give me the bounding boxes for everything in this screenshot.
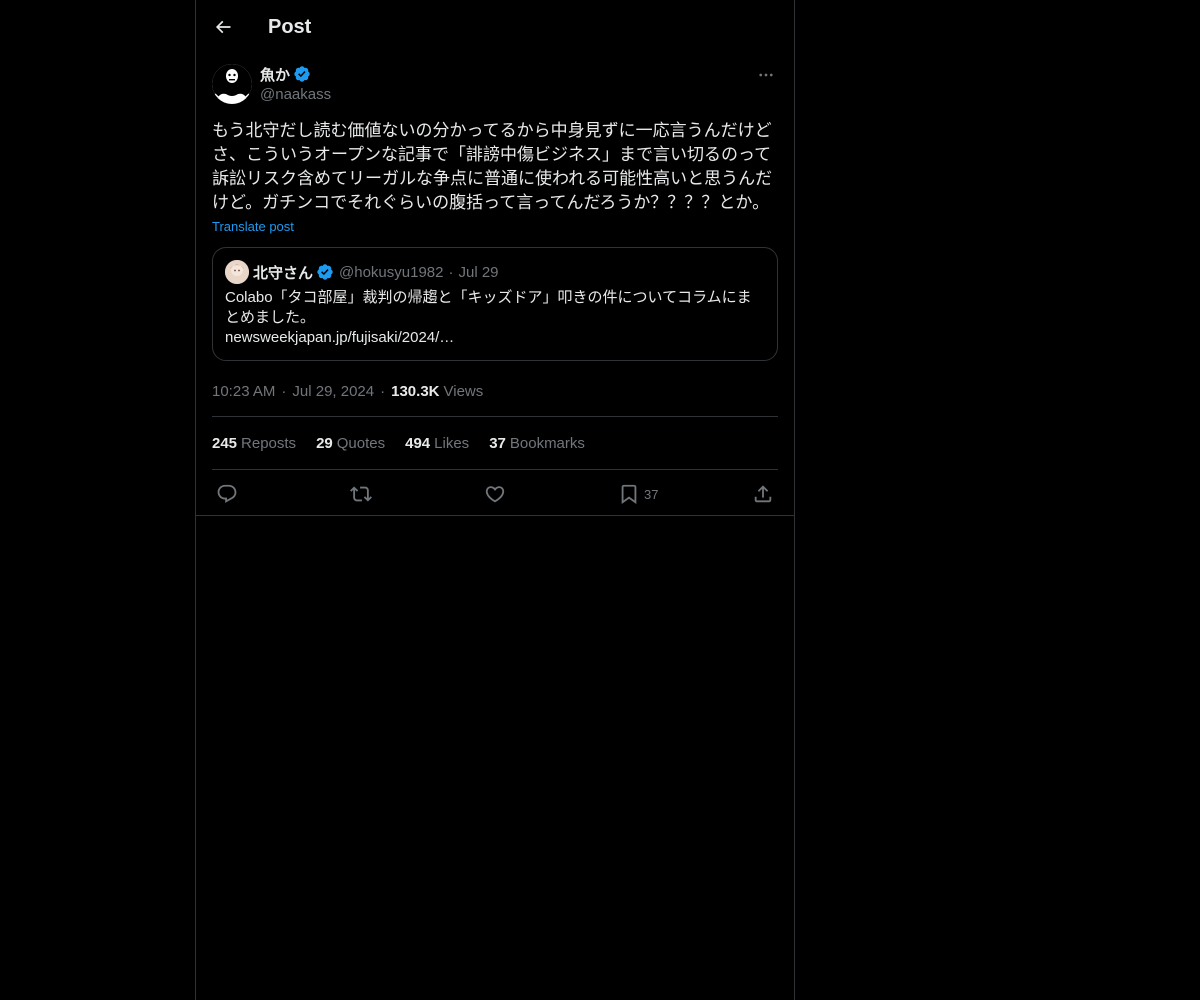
like-button[interactable] [484, 482, 506, 506]
views-count: 130.3K [391, 382, 440, 400]
author-row: 魚か @naakass [212, 60, 778, 108]
back-button[interactable] [208, 10, 238, 44]
author-handle[interactable]: @naakass [260, 86, 331, 103]
more-icon [759, 73, 773, 77]
author-name-line: 魚か [260, 64, 311, 84]
bookmarks-label: Bookmarks [509, 434, 585, 452]
post-detail-column: Post 魚か @naakass もう北守だし読む価値ないの分かってるから中身見… [195, 0, 795, 1000]
reply-button[interactable] [216, 482, 238, 506]
separator-dot: · [380, 382, 386, 400]
share-icon [754, 485, 772, 503]
engagement-stats: 245 Reposts 29 Quotes 494 Likes 37 Bookmarks [212, 417, 778, 470]
separator-dot: · [448, 263, 454, 281]
reply-icon [217, 484, 237, 503]
reposts-label: Reposts [241, 434, 297, 452]
quoted-post-link: newsweekjapan.jp/fujisaki/2024/… [225, 329, 455, 346]
quotes-label: Quotes [336, 434, 386, 452]
header: Post [196, 0, 794, 54]
quoted-post-text: Colabo「タコ部屋」裁判の帰趨と「キッズドア」叩きの件についてコラムにまとめ… [225, 288, 765, 348]
repost-icon [350, 486, 372, 502]
translate-post-link[interactable]: Translate post [212, 218, 294, 236]
share-button[interactable] [752, 482, 774, 506]
more-options-button[interactable] [754, 64, 778, 86]
repost-button[interactable] [350, 482, 372, 506]
quotes-count: 29 [316, 434, 333, 452]
reposts-stat[interactable]: 245 Reposts [212, 435, 296, 452]
reposts-count: 245 [212, 434, 238, 452]
quoted-post[interactable]: 北守さん @hokusyu1982 · Jul 29 Colabo「タコ部屋」裁… [212, 247, 778, 361]
divider [196, 515, 794, 516]
bookmarks-stat[interactable]: 37 Bookmarks [489, 435, 585, 452]
quoted-author-name: 北守さん [253, 264, 314, 282]
author-name[interactable]: 魚か [260, 64, 290, 85]
quoted-post-body: Colabo「タコ部屋」裁判の帰趨と「キッズドア」叩きの件についてコラムにまとめ… [225, 289, 752, 326]
action-bar: 37 [212, 470, 778, 517]
quoted-avatar [225, 260, 249, 284]
quoted-post-date: Jul 29 [458, 263, 499, 281]
page-title: Post [268, 16, 312, 38]
post-meta: 10:23 AM · Jul 29, 2024 · 130.3K Views [212, 381, 778, 417]
quoted-author-handle: @hokusyu1982 [339, 263, 444, 281]
post-time[interactable]: 10:23 AM [212, 383, 275, 400]
bookmark-icon [621, 484, 637, 505]
views-label: Views [443, 382, 484, 400]
heart-icon [485, 486, 505, 503]
post-text: もう北守だし読む価値ないの分かってるから中身見ずに一応言うんだけどさ、こういうオ… [212, 121, 773, 212]
verified-badge-icon [293, 65, 311, 83]
avatar[interactable] [212, 64, 252, 104]
post: 魚か @naakass もう北守だし読む価値ないの分かってるから中身見ずに一応言… [212, 60, 778, 517]
quoted-post-header: 北守さん @hokusyu1982 · Jul 29 [225, 260, 765, 284]
bookmark-count: 37 [644, 486, 659, 502]
likes-stat[interactable]: 494 Likes [405, 435, 469, 452]
likes-label: Likes [434, 434, 470, 452]
bookmark-button[interactable]: 37 [618, 482, 658, 506]
quotes-stat[interactable]: 29 Quotes [316, 435, 385, 452]
arrow-left-icon [215, 20, 231, 34]
post-date[interactable]: Jul 29, 2024 [292, 383, 374, 400]
bookmarks-count: 37 [489, 434, 506, 452]
separator-dot: · [281, 382, 287, 400]
verified-badge-icon [316, 263, 334, 281]
avatar-image [212, 64, 252, 104]
likes-count: 494 [405, 434, 431, 452]
